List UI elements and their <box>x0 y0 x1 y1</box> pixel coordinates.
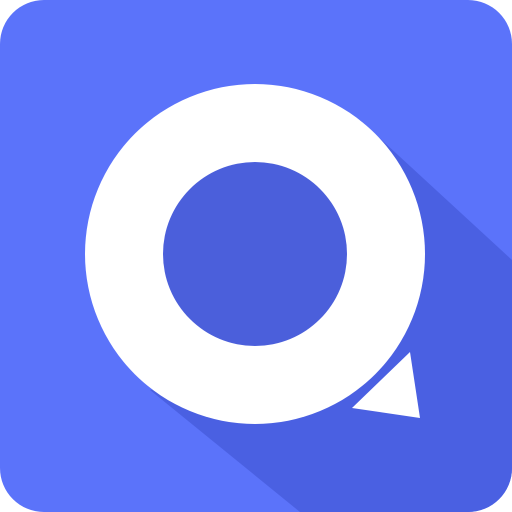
app-icon-graphic <box>0 0 512 512</box>
app-icon <box>0 0 512 512</box>
inner-circle <box>163 162 347 346</box>
